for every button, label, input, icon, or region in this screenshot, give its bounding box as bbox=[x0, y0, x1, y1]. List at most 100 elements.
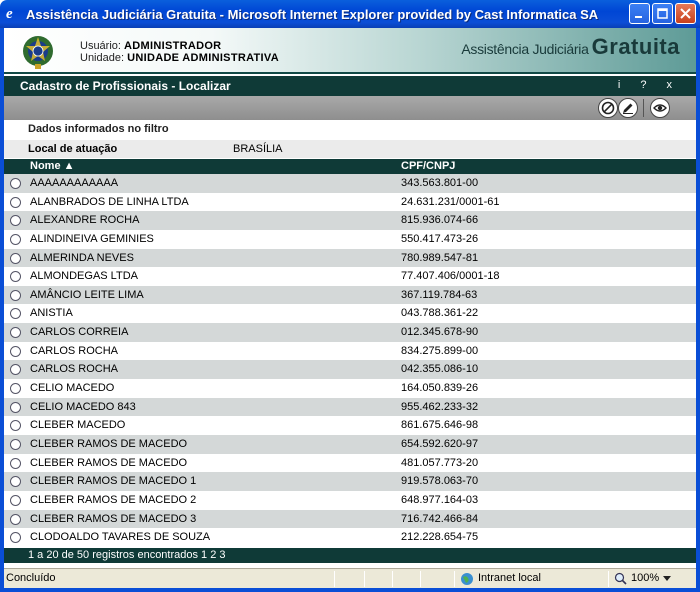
unit-label: Unidade: bbox=[80, 52, 125, 64]
status-divider bbox=[608, 571, 609, 587]
close-window-button[interactable] bbox=[675, 3, 696, 24]
minimize-button[interactable] bbox=[629, 3, 650, 24]
row-radio[interactable] bbox=[10, 233, 21, 245]
local-value: BRASÍLIA bbox=[233, 143, 283, 155]
table-row[interactable]: CELIO MACEDO 164.050.839-26 bbox=[4, 379, 696, 398]
table-row[interactable]: ALMERINDA NEVES 780.989.547-81 bbox=[4, 248, 696, 268]
row-cpf: 834.275.899-00 bbox=[401, 344, 479, 357]
close-page-button[interactable]: x bbox=[667, 79, 673, 91]
row-name: ALMONDEGAS LTDA bbox=[30, 270, 138, 283]
row-radio[interactable] bbox=[10, 289, 21, 301]
row-name: CLEBER RAMOS DE MACEDO bbox=[30, 437, 188, 450]
row-radio[interactable] bbox=[10, 327, 21, 339]
eye-icon bbox=[653, 104, 667, 112]
column-header-name[interactable]: Nome ▲ bbox=[30, 159, 75, 174]
table-row[interactable]: CARLOS CORREIA 012.345.678-90 bbox=[4, 323, 696, 342]
row-cpf: 481.057.773-20 bbox=[401, 456, 479, 469]
row-cpf: 043.788.361-22 bbox=[401, 307, 479, 320]
row-radio[interactable] bbox=[10, 308, 21, 320]
row-name: CLEBER RAMOS DE MACEDO 2 bbox=[30, 493, 197, 506]
table-row[interactable]: AAAAAAAAAAAA 343.563.801-00 bbox=[4, 174, 696, 193]
row-radio[interactable] bbox=[10, 271, 21, 283]
row-radio[interactable] bbox=[10, 383, 21, 395]
row-name: CELIO MACEDO bbox=[30, 382, 115, 395]
help-button[interactable]: ? bbox=[640, 79, 646, 91]
row-radio[interactable] bbox=[10, 364, 21, 376]
maximize-icon bbox=[657, 8, 668, 19]
table-row[interactable]: ALEXANDRE ROCHA 815.936.074-66 bbox=[4, 211, 696, 230]
table-row[interactable]: CLEBER MACEDO 861.675.646-98 bbox=[4, 416, 696, 435]
row-radio[interactable] bbox=[10, 401, 21, 413]
row-cpf: 24.631.231/0001-61 bbox=[401, 195, 500, 208]
row-radio[interactable] bbox=[10, 494, 21, 506]
prohibited-icon bbox=[601, 101, 615, 115]
row-name: ANISTIA bbox=[30, 307, 73, 320]
user-label: Usuário: bbox=[80, 40, 121, 52]
security-zone: Intranet local bbox=[460, 569, 541, 588]
table-row[interactable]: CLEBER RAMOS DE MACEDO 2 648.977.164-03 bbox=[4, 490, 696, 510]
pagination-text[interactable]: 1 a 20 de 50 registros encontrados 1 2 3 bbox=[28, 548, 226, 563]
table-row[interactable]: CLEBER RAMOS DE MACEDO 1 919.578.063-70 bbox=[4, 472, 696, 491]
row-name: CELIO MACEDO 843 bbox=[30, 400, 136, 413]
status-divider bbox=[364, 571, 365, 587]
row-radio[interactable] bbox=[10, 457, 21, 469]
status-divider bbox=[420, 571, 421, 587]
view-button[interactable] bbox=[650, 98, 670, 118]
row-radio[interactable] bbox=[10, 215, 21, 227]
status-bar: Concluído Intranet local 100% bbox=[4, 568, 696, 588]
table-row[interactable]: ALINDINEIVA GEMINIES 550.417.473-26 bbox=[4, 229, 696, 249]
row-cpf: 042.355.086-10 bbox=[401, 363, 479, 376]
row-name: CARLOS CORREIA bbox=[30, 326, 129, 339]
row-name: CLODOALDO TAVARES DE SOUZA bbox=[30, 531, 211, 544]
user-value: ADMINISTRADOR bbox=[124, 40, 222, 52]
row-radio[interactable] bbox=[10, 196, 21, 208]
pagination-bar: 1 a 20 de 50 registros encontrados 1 2 3 bbox=[4, 548, 696, 563]
status-divider bbox=[454, 571, 455, 587]
table-row[interactable]: CLEBER RAMOS DE MACEDO 3 716.742.466-84 bbox=[4, 509, 696, 529]
window-title: Assistência Judiciária Gratuita - Micros… bbox=[26, 6, 599, 22]
table-row[interactable]: ANISTIA 043.788.361-22 bbox=[4, 304, 696, 324]
table-row[interactable]: CARLOS ROCHA 042.355.086-10 bbox=[4, 360, 696, 380]
close-icon bbox=[680, 8, 691, 19]
info-button[interactable]: i bbox=[618, 79, 620, 91]
row-radio[interactable] bbox=[10, 345, 21, 357]
row-cpf: 77.407.406/0001-18 bbox=[401, 270, 500, 283]
table-row[interactable]: ALMONDEGAS LTDA 77.407.406/0001-18 bbox=[4, 267, 696, 286]
app-header: Usuário: ADMINISTRADOR Unidade: UNIDADE … bbox=[4, 28, 696, 74]
row-name: ALINDINEIVA GEMINIES bbox=[30, 232, 154, 245]
table-header: Nome ▲ CPF/CNPJ bbox=[4, 159, 696, 174]
row-cpf: 367.119.784-63 bbox=[401, 288, 478, 301]
status-divider bbox=[334, 571, 335, 587]
row-cpf: 955.462.233-32 bbox=[401, 400, 479, 413]
row-cpf: 716.742.466-84 bbox=[401, 512, 479, 525]
zone-text: Intranet local bbox=[478, 572, 541, 584]
row-name: CLEBER RAMOS DE MACEDO bbox=[30, 456, 188, 469]
cancel-button[interactable] bbox=[598, 98, 618, 118]
column-header-cpf: CPF/CNPJ bbox=[401, 160, 456, 172]
row-name: CLEBER RAMOS DE MACEDO 3 bbox=[30, 512, 197, 525]
row-radio[interactable] bbox=[10, 438, 21, 450]
table-row[interactable]: CARLOS ROCHA 834.275.899-00 bbox=[4, 341, 696, 361]
zoom-control[interactable]: 100% bbox=[614, 569, 672, 588]
table-row[interactable]: CLODOALDO TAVARES DE SOUZA 212.228.654-75 bbox=[4, 528, 696, 547]
row-name: ALANBRADOS DE LINHA LTDA bbox=[30, 195, 189, 208]
edit-button[interactable] bbox=[618, 98, 638, 118]
table-row[interactable]: CLEBER RAMOS DE MACEDO 481.057.773-20 bbox=[4, 453, 696, 473]
row-cpf: 012.345.678-90 bbox=[401, 326, 479, 339]
unit-value: UNIDADE ADMINISTRATIVA bbox=[127, 52, 279, 64]
row-radio[interactable] bbox=[10, 532, 21, 544]
row-radio[interactable] bbox=[10, 252, 21, 264]
table-row[interactable]: CLEBER RAMOS DE MACEDO 654.592.620-97 bbox=[4, 434, 696, 454]
maximize-button[interactable] bbox=[652, 3, 673, 24]
row-radio[interactable] bbox=[10, 178, 21, 189]
pencil-icon bbox=[623, 103, 633, 114]
table-row[interactable]: ALANBRADOS DE LINHA LTDA 24.631.231/0001-… bbox=[4, 192, 696, 212]
table-row[interactable]: AMÂNCIO LEITE LIMA 367.119.784-63 bbox=[4, 285, 696, 305]
row-radio[interactable] bbox=[10, 420, 21, 432]
row-radio[interactable] bbox=[10, 476, 21, 488]
row-cpf: 654.592.620-97 bbox=[401, 437, 479, 450]
row-cpf: 861.675.646-98 bbox=[401, 419, 479, 432]
row-radio[interactable] bbox=[10, 513, 21, 525]
table-row[interactable]: CELIO MACEDO 843 955.462.233-32 bbox=[4, 397, 696, 417]
row-cpf: 343.563.801-00 bbox=[401, 177, 479, 189]
